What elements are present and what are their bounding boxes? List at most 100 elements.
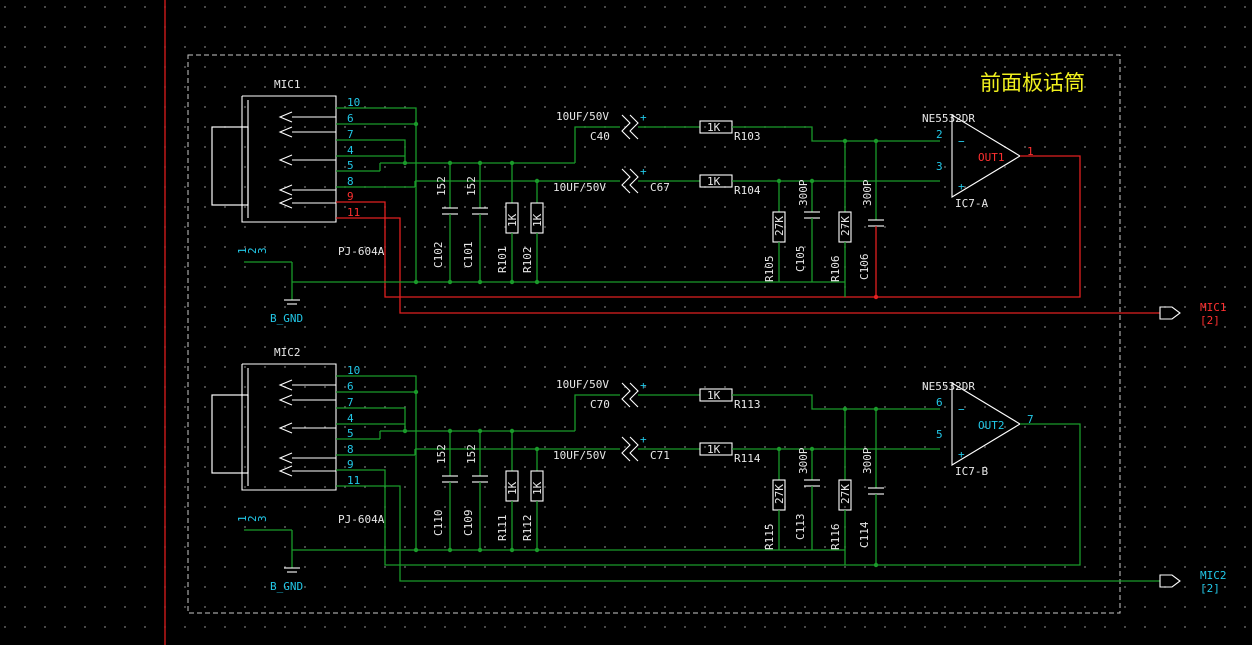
capacitor-C105[interactable] [803, 211, 821, 219]
junction-dot [534, 446, 540, 452]
resistor-ref: R115 [763, 524, 776, 551]
opamp-ref: IC7-B [955, 465, 988, 478]
resistor-value: 1K [707, 121, 721, 134]
opamp-minus: − [958, 403, 965, 416]
gnd-label: B_GND [270, 312, 303, 325]
resistor-ref: R104 [734, 184, 761, 197]
capacitor-ref: C67 [650, 181, 670, 194]
capacitor-value: 300P [797, 179, 810, 206]
junction-dot [413, 389, 419, 395]
jack-part: PJ-604A [338, 245, 385, 258]
junction-dot [402, 160, 408, 166]
port-sheet: [2] [1200, 582, 1220, 595]
capacitor-C101[interactable] [471, 207, 489, 215]
jack-ref: MIC2 [274, 346, 301, 359]
jack-pin-7: 7 [347, 128, 354, 141]
resistor-value: 1K [707, 443, 721, 456]
jack-pin-9: 9 [347, 458, 354, 471]
resistor-ref: R116 [829, 524, 842, 551]
jack-pin-8: 8 [347, 443, 354, 456]
junction-dot [477, 428, 483, 434]
capacitor-C109[interactable] [471, 475, 489, 483]
capacitor-value: 152 [465, 176, 478, 196]
gnd-pin-3: 3 [256, 515, 269, 522]
capacitor-ref: C106 [858, 254, 871, 281]
sheet-title: 前面板话筒 [980, 71, 1085, 95]
junction-dot [477, 160, 483, 166]
opamp-plus: + [958, 448, 965, 461]
junction-dot [413, 547, 419, 553]
jack-pin-6: 6 [347, 380, 354, 393]
resistor-value: 1K [531, 213, 544, 227]
opamp-pin-inv: 2 [936, 128, 943, 141]
resistor-value: 1K [506, 481, 519, 495]
resistor-value: 27K [773, 484, 786, 504]
capacitor-value: 152 [435, 176, 448, 196]
jack-pin-6: 6 [347, 112, 354, 125]
jack-pin-4: 4 [347, 144, 354, 157]
opamp-out-label: OUT1 [978, 151, 1005, 164]
junction-dot [413, 279, 419, 285]
resistor-value: 27K [773, 216, 786, 236]
opamp-ref: IC7-A [955, 197, 988, 210]
port-name: MIC1 [1200, 301, 1227, 314]
junction-dot [534, 178, 540, 184]
resistor-ref: R101 [496, 247, 509, 274]
capacitor-C102[interactable] [441, 207, 459, 215]
junction-dot [873, 294, 879, 300]
resistor-ref: R102 [521, 247, 534, 274]
jack-pin-10: 10 [347, 364, 360, 377]
resistor-value: 1K [506, 213, 519, 227]
jack-pin-5: 5 [347, 159, 354, 172]
capacitor-C113[interactable] [803, 479, 821, 487]
gnd-pin-3: 3 [256, 247, 269, 254]
resistor-value: 1K [531, 481, 544, 495]
junction-dot [402, 428, 408, 434]
jack-pin-8: 8 [347, 175, 354, 188]
port-name: MIC2 [1200, 569, 1227, 582]
polarity-mark: + [640, 433, 647, 446]
capacitor-C106[interactable] [867, 219, 885, 227]
schematic-canvas[interactable]: 前面板话筒 MIC1PJ-604A1067458911123B_GND152C1… [0, 0, 1252, 645]
capacitor-value: 10UF/50V [556, 378, 609, 391]
port-sheet: [2] [1200, 314, 1220, 327]
capacitor-value: 10UF/50V [553, 181, 606, 194]
opamp-pin-noninv: 3 [936, 160, 943, 173]
capacitor-ref: C110 [432, 510, 445, 537]
junction-dot [413, 121, 419, 127]
capacitor-value: 300P [797, 447, 810, 474]
capacitor-value: 10UF/50V [553, 449, 606, 462]
capacitor-C114[interactable] [867, 487, 885, 495]
junction-dot [534, 279, 540, 285]
capacitor-ref: C113 [794, 514, 807, 541]
jack-pin-7: 7 [347, 396, 354, 409]
capacitor-ref: C101 [462, 242, 475, 269]
resistor-value: 27K [839, 216, 852, 236]
jack-pin-9: 9 [347, 190, 354, 203]
capacitor-value: 152 [435, 444, 448, 464]
jack-pin-11: 11 [347, 474, 360, 487]
capacitor-value: 10UF/50V [556, 110, 609, 123]
capacitor-ref: C114 [858, 521, 871, 548]
junction-dot [873, 562, 879, 568]
resistor-value: 1K [707, 389, 721, 402]
junction-dot [534, 547, 540, 553]
capacitor-value: 152 [465, 444, 478, 464]
jack-pin-10: 10 [347, 96, 360, 109]
polarity-mark: + [640, 111, 647, 124]
junction-dot [509, 160, 515, 166]
junction-dot [509, 428, 515, 434]
jack-pin-11: 11 [347, 206, 360, 219]
opamp-plus: + [958, 180, 965, 193]
junction-dot [447, 160, 453, 166]
gnd-label: B_GND [270, 580, 303, 593]
resistor-ref: R103 [734, 130, 761, 143]
resistor-ref: R105 [763, 256, 776, 283]
opamp-part: NE5532DR [922, 112, 975, 125]
capacitor-C110[interactable] [441, 475, 459, 483]
capacitor-value: 300P [861, 179, 874, 206]
resistor-ref: R114 [734, 452, 761, 465]
jack-ref: MIC1 [274, 78, 301, 91]
opamp-part: NE5532DR [922, 380, 975, 393]
polarity-mark: + [640, 379, 647, 392]
